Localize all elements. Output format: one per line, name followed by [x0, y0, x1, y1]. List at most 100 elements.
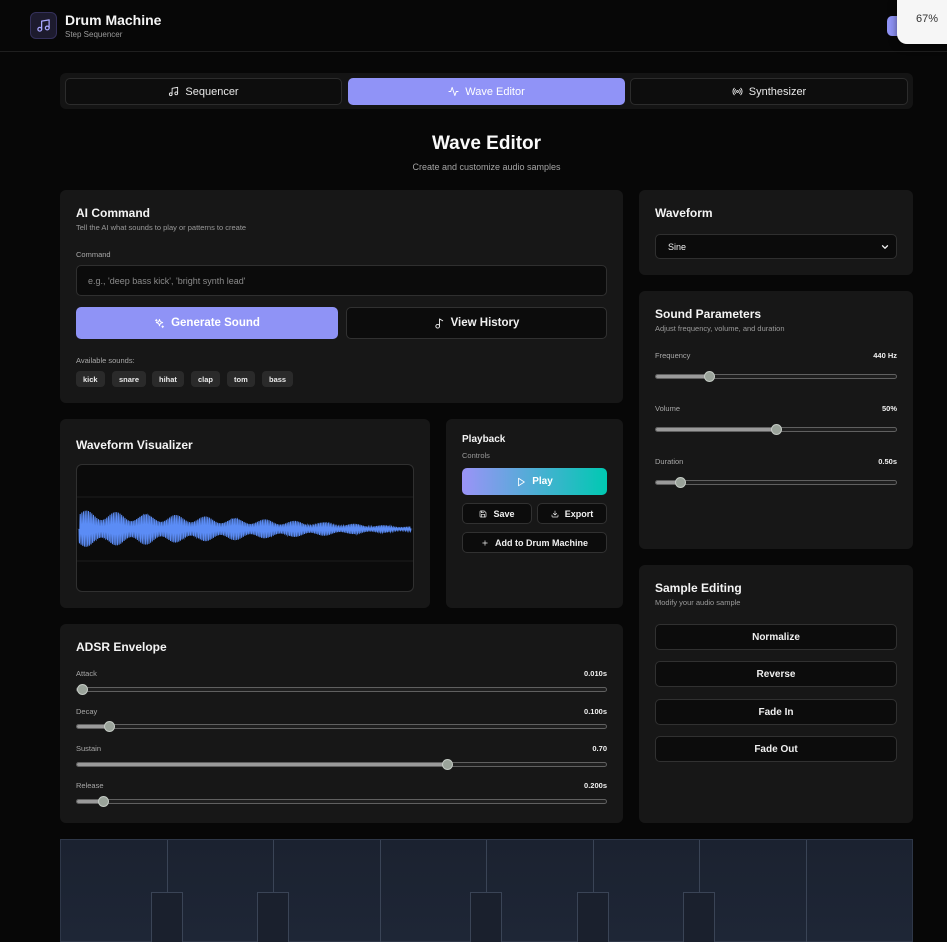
black-key[interactable]: [683, 892, 715, 942]
attack-label: Attack: [76, 669, 97, 678]
sound-parameters-title: Sound Parameters: [655, 307, 762, 321]
download-icon: [551, 510, 559, 517]
tab-label: Sequencer: [185, 85, 239, 98]
play-label: Play: [532, 476, 553, 487]
radio-icon: [732, 87, 743, 96]
fade-out-button[interactable]: Fade Out: [655, 736, 897, 762]
attack-slider[interactable]: [76, 684, 607, 695]
export-label: Export: [564, 508, 594, 519]
black-key[interactable]: [577, 892, 609, 942]
view-history-label: View History: [450, 317, 520, 329]
ai-command-title: AI Command: [76, 206, 151, 220]
save-button[interactable]: Save: [462, 503, 532, 524]
waveform-card: [639, 190, 913, 275]
playback-description: Controls: [462, 451, 490, 460]
sustain-value: 0.70: [592, 744, 607, 753]
black-key[interactable]: [470, 892, 502, 942]
reverse-button[interactable]: Reverse: [655, 661, 897, 687]
sound-chip-bass[interactable]: bass: [262, 371, 294, 387]
slider-fill: [77, 763, 448, 766]
export-button[interactable]: Export: [537, 503, 607, 524]
slider-fill: [656, 428, 776, 431]
command-input[interactable]: [76, 265, 607, 296]
play-button[interactable]: Play: [462, 468, 607, 495]
zoom-indicator: 67%: [897, 0, 947, 44]
waveform-canvas[interactable]: [76, 464, 414, 592]
release-slider[interactable]: [76, 796, 607, 807]
waveform-select[interactable]: Sine: [655, 234, 897, 259]
command-label: Command: [76, 250, 111, 259]
waveform-visualizer-title: Waveform Visualizer: [76, 438, 193, 452]
slider-fill: [656, 375, 709, 378]
volume-slider[interactable]: [655, 424, 897, 435]
waveform-title: Waveform: [655, 206, 713, 220]
generate-sound-button[interactable]: Generate Sound: [76, 307, 338, 339]
generate-sound-label: Generate Sound: [171, 317, 260, 329]
slider-thumb[interactable]: [103, 721, 115, 732]
normalize-button[interactable]: Normalize: [655, 624, 897, 650]
sound-chip-clap[interactable]: clap: [191, 371, 221, 387]
save-icon: [480, 510, 487, 517]
piano-keyboard[interactable]: [60, 839, 913, 942]
app-subtitle: Step Sequencer: [65, 30, 123, 39]
sample-editing-title: Sample Editing: [655, 581, 742, 595]
black-key[interactable]: [257, 892, 289, 942]
frequency-label: Frequency: [655, 351, 691, 360]
sound-chip-kick[interactable]: kick: [76, 371, 105, 387]
sustain-label: Sustain: [76, 744, 102, 753]
decay-label: Decay: [76, 707, 98, 716]
sound-chip-snare[interactable]: snare: [112, 371, 147, 387]
plus-icon: [482, 539, 488, 546]
slider-thumb[interactable]: [703, 371, 715, 382]
available-sounds-label: Available sounds:: [76, 356, 135, 365]
tab-bar: Sequencer Wave Editor Synthesizer: [60, 73, 913, 109]
release-value: 0.200s: [584, 781, 607, 790]
tab-wave-editor[interactable]: Wave Editor: [348, 78, 625, 105]
attack-value: 0.010s: [584, 669, 607, 678]
sustain-slider[interactable]: [76, 759, 607, 770]
decay-slider[interactable]: [76, 721, 607, 732]
waveform-plot: [77, 496, 413, 562]
frequency-slider[interactable]: [655, 371, 897, 382]
page-subtitle: Create and customize audio samples: [412, 162, 561, 172]
waveform-line: [78, 510, 412, 547]
sound-parameters-description: Adjust frequency, volume, and duration: [655, 324, 785, 333]
tab-sequencer[interactable]: Sequencer: [65, 78, 342, 105]
fade-in-button[interactable]: Fade In: [655, 699, 897, 725]
duration-label: Duration: [655, 457, 684, 466]
black-key[interactable]: [151, 892, 183, 942]
duration-value: 0.50s: [878, 457, 897, 466]
add-to-drum-machine-label: Add to Drum Machine: [494, 537, 588, 548]
decay-value: 0.100s: [584, 707, 607, 716]
app-title: Drum Machine: [65, 12, 162, 28]
app-header: Drum Machine Step Sequencer: [0, 0, 947, 52]
duration-slider[interactable]: [655, 477, 897, 488]
white-key-divider: [806, 840, 807, 942]
release-label: Release: [76, 781, 104, 790]
view-history-button[interactable]: View History: [346, 307, 607, 339]
save-label: Save: [493, 508, 515, 519]
page-title: Wave Editor: [431, 133, 542, 154]
play-icon: [518, 477, 525, 486]
white-key-divider: [380, 840, 381, 942]
music-note-icon: [169, 86, 179, 97]
activity-icon: [448, 86, 459, 97]
chevron-down-icon: [881, 245, 889, 249]
sparkles-icon: [154, 318, 165, 328]
tab-label: Synthesizer: [748, 85, 807, 98]
music-icon: [30, 12, 57, 39]
waveform-selected: Sine: [668, 241, 687, 252]
frequency-value: 440 Hz: [873, 351, 897, 360]
tab-synthesizer[interactable]: Synthesizer: [630, 78, 908, 105]
slider-thumb[interactable]: [771, 424, 782, 435]
ai-command-description: Tell the AI what sounds to play or patte…: [76, 223, 247, 232]
music-note-icon: [434, 317, 443, 329]
playback-title: Playback: [462, 434, 506, 445]
volume-label: Volume: [655, 404, 681, 413]
sound-chip-hihat[interactable]: hihat: [152, 371, 184, 387]
adsr-title: ADSR Envelope: [76, 640, 167, 654]
slider-thumb[interactable]: [675, 477, 686, 488]
add-to-drum-machine-button[interactable]: Add to Drum Machine: [462, 532, 607, 553]
sample-editing-description: Modify your audio sample: [655, 598, 741, 607]
sound-chip-tom[interactable]: tom: [227, 371, 255, 387]
